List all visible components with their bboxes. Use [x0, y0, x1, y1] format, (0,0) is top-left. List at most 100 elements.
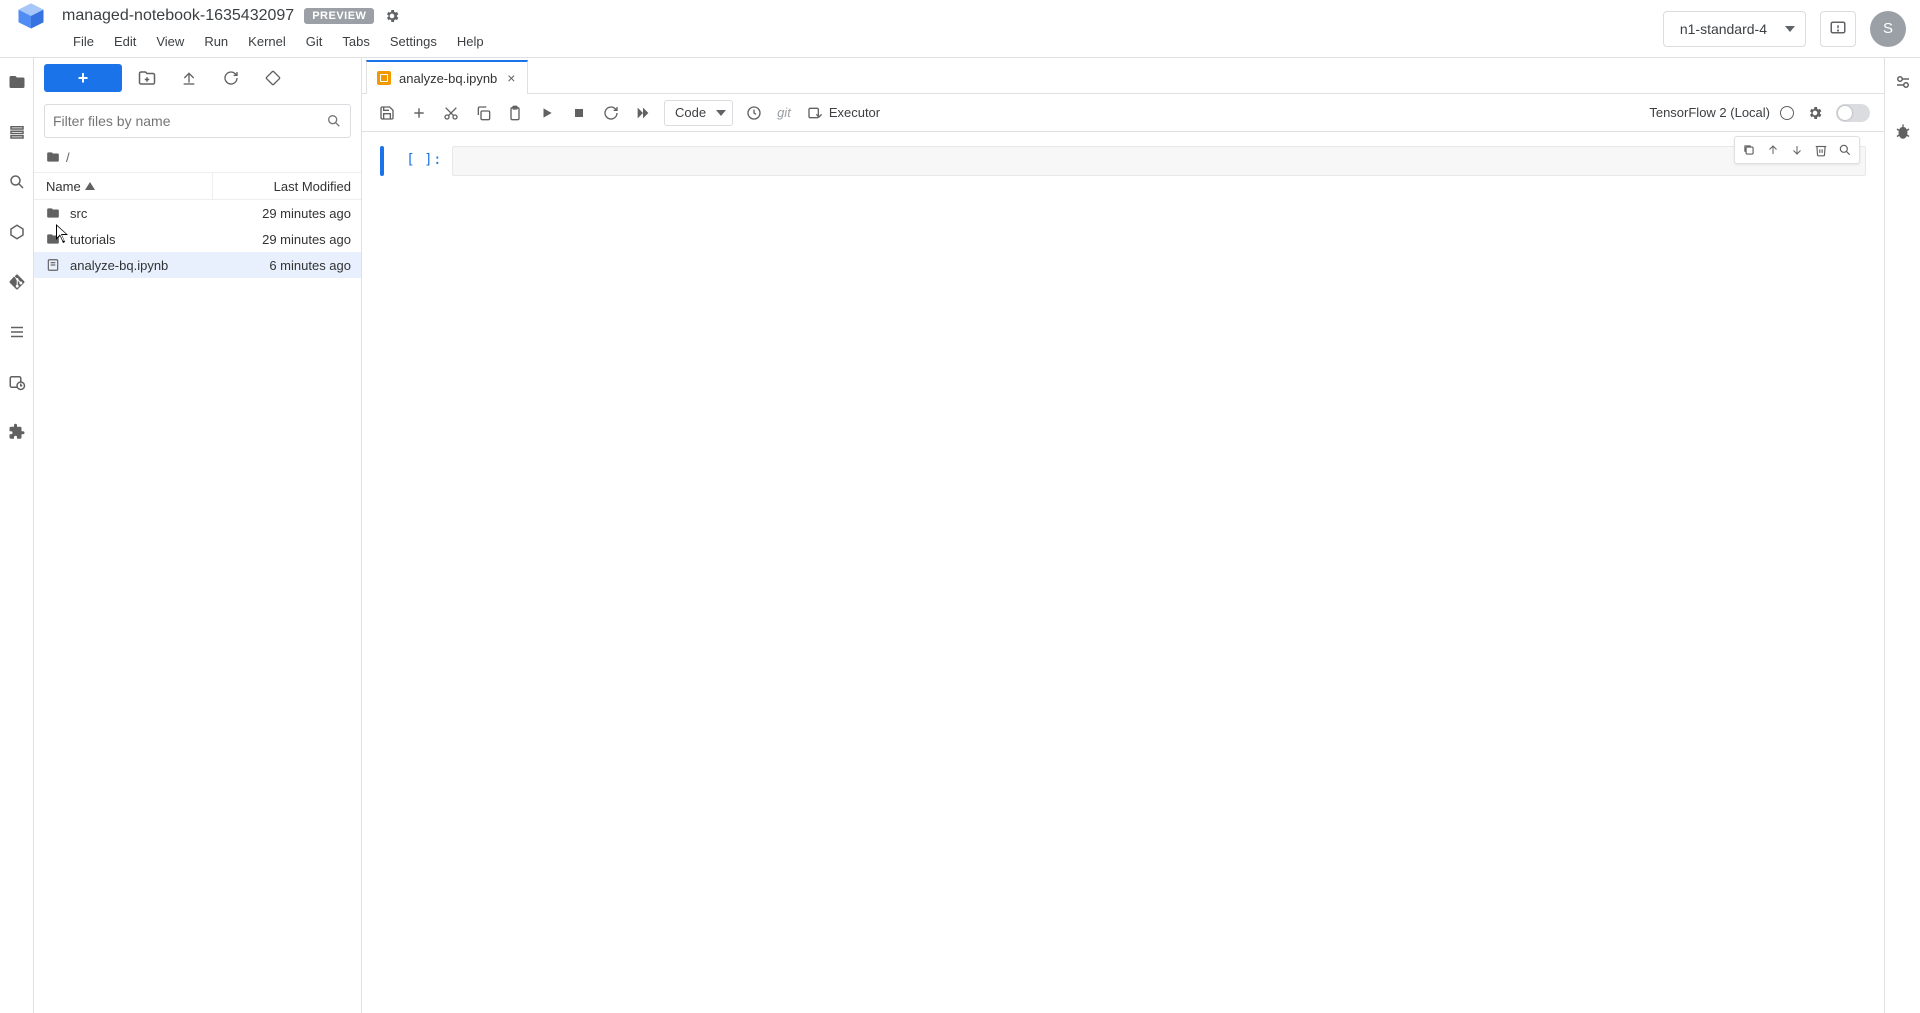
avatar-initial: S	[1883, 20, 1893, 37]
file-list: src29 minutes agotutorials29 minutes ago…	[34, 200, 361, 1013]
hexagon-icon[interactable]	[7, 222, 27, 242]
menu-settings[interactable]: Settings	[380, 31, 447, 52]
code-cell[interactable]: [ ]:	[368, 146, 1866, 176]
copy-icon[interactable]	[472, 102, 494, 124]
file-filter[interactable]	[44, 104, 351, 138]
file-list-header: Name Last Modified	[34, 172, 361, 200]
file-browser-toolbar: +	[34, 58, 361, 98]
file-row[interactable]: tutorials29 minutes ago	[34, 226, 361, 252]
new-folder-icon[interactable]	[130, 64, 164, 92]
running-icon[interactable]	[7, 122, 27, 142]
preview-badge: PREVIEW	[304, 8, 374, 24]
file-browser: + / Name Last Modified src29 minutes ago…	[34, 58, 362, 1013]
tab-label: analyze-bq.ipynb	[399, 71, 497, 86]
scheduler-icon[interactable]	[7, 372, 27, 392]
cell-floating-toolbar	[1734, 136, 1860, 164]
menu-tabs[interactable]: Tabs	[332, 31, 379, 52]
file-modified: 6 minutes ago	[203, 258, 351, 273]
column-name-header[interactable]: Name	[34, 179, 212, 194]
file-row[interactable]: src29 minutes ago	[34, 200, 361, 226]
notebook-title[interactable]: managed-notebook-1635432097	[62, 7, 294, 25]
git-clone-icon[interactable]	[256, 64, 290, 92]
save-icon[interactable]	[376, 102, 398, 124]
cell-type-select[interactable]: Code	[664, 100, 733, 126]
machine-type-label: n1-standard-4	[1680, 21, 1767, 37]
title-row: managed-notebook-1635432097 PREVIEW	[8, 0, 1663, 28]
folder-icon	[46, 231, 62, 247]
user-avatar[interactable]: S	[1870, 11, 1906, 47]
executor-button[interactable]: Executor	[803, 105, 884, 121]
file-row[interactable]: analyze-bq.ipynb6 minutes ago	[34, 252, 361, 278]
machine-type-select[interactable]: n1-standard-4	[1663, 11, 1806, 47]
column-modified-header[interactable]: Last Modified	[213, 179, 361, 194]
duplicate-cell-icon[interactable]	[1737, 139, 1761, 161]
refresh-icon[interactable]	[214, 64, 248, 92]
history-icon[interactable]	[743, 102, 765, 124]
notebook-icon	[377, 71, 391, 85]
file-modified: 29 minutes ago	[203, 232, 351, 247]
tab-active[interactable]: analyze-bq.ipynb ×	[366, 60, 528, 94]
kernel-settings-icon[interactable]	[1804, 102, 1826, 124]
menu-edit[interactable]: Edit	[104, 31, 146, 52]
stop-icon[interactable]	[568, 102, 590, 124]
run-all-icon[interactable]	[632, 102, 654, 124]
menu-bar: FileEditViewRunKernelGitTabsSettingsHelp	[8, 28, 1663, 54]
toc-icon[interactable]	[7, 322, 27, 342]
restart-icon[interactable]	[600, 102, 622, 124]
chevron-down-icon	[1785, 26, 1795, 32]
extensions-icon[interactable]	[7, 422, 27, 442]
right-activity-rail	[1884, 58, 1920, 1013]
paste-icon[interactable]	[504, 102, 526, 124]
left-activity-rail	[0, 58, 34, 1013]
cell-editor[interactable]	[452, 146, 1866, 176]
file-name: tutorials	[70, 232, 203, 247]
add-cell-icon[interactable]	[408, 102, 430, 124]
kernel-label[interactable]: TensorFlow 2 (Local)	[1649, 105, 1770, 120]
cell-type-label: Code	[675, 105, 706, 120]
feedback-icon	[1829, 20, 1847, 38]
sort-indicator-icon	[85, 182, 95, 190]
kernel-busy-icon[interactable]	[1780, 106, 1794, 120]
close-icon[interactable]: ×	[505, 70, 517, 86]
search-icon[interactable]	[7, 172, 27, 192]
folder-icon	[46, 150, 60, 164]
gear-icon[interactable]	[384, 8, 400, 24]
workspace: + / Name Last Modified src29 minutes ago…	[0, 58, 1920, 1013]
breadcrumb[interactable]: /	[34, 142, 361, 172]
debug-toggle[interactable]	[1836, 104, 1870, 122]
menu-kernel[interactable]: Kernel	[238, 31, 296, 52]
menu-file[interactable]: File	[63, 31, 104, 52]
file-name: analyze-bq.ipynb	[70, 258, 203, 273]
notebook-body: [ ]:	[362, 132, 1884, 1013]
top-bar-left: managed-notebook-1635432097 PREVIEW File…	[8, 0, 1663, 57]
git-icon[interactable]	[7, 272, 27, 292]
menu-view[interactable]: View	[146, 31, 194, 52]
top-bar: managed-notebook-1635432097 PREVIEW File…	[0, 0, 1920, 58]
feedback-button[interactable]	[1820, 11, 1856, 47]
file-name: src	[70, 206, 203, 221]
debugger-icon[interactable]	[1893, 122, 1913, 142]
folder-icon[interactable]	[7, 72, 27, 92]
inspect-icon[interactable]	[1833, 139, 1857, 161]
breadcrumb-root[interactable]: /	[66, 150, 70, 165]
move-up-icon[interactable]	[1761, 139, 1785, 161]
kernel-status: TensorFlow 2 (Local)	[1649, 102, 1870, 124]
notebook-toolbar: Code git Executor TensorFlow 2 (Local)	[362, 94, 1884, 132]
upload-icon[interactable]	[172, 64, 206, 92]
new-launcher-button[interactable]: +	[44, 64, 122, 92]
menu-git[interactable]: Git	[296, 31, 333, 52]
property-inspector-icon[interactable]	[1893, 72, 1913, 92]
main-area: analyze-bq.ipynb × Code git Executor	[362, 58, 1884, 1013]
file-filter-input[interactable]	[53, 113, 320, 129]
file-modified: 29 minutes ago	[203, 206, 351, 221]
cell-prompt: [ ]:	[392, 146, 452, 168]
cut-icon[interactable]	[440, 102, 462, 124]
delete-cell-icon[interactable]	[1809, 139, 1833, 161]
chevron-down-icon	[716, 110, 726, 116]
move-down-icon[interactable]	[1785, 139, 1809, 161]
run-icon[interactable]	[536, 102, 558, 124]
git-label[interactable]: git	[775, 105, 793, 120]
menu-help[interactable]: Help	[447, 31, 494, 52]
menu-run[interactable]: Run	[194, 31, 238, 52]
search-icon	[326, 113, 342, 129]
